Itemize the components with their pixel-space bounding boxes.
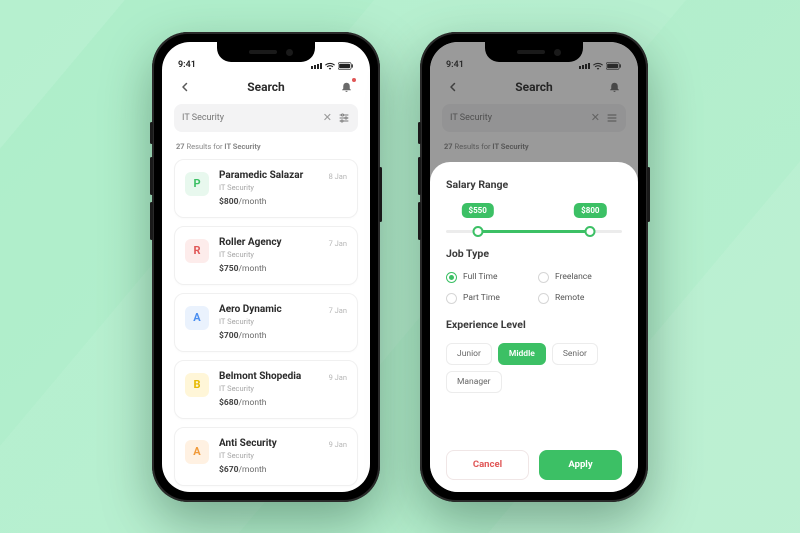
filter-icon[interactable] [338,112,350,124]
job-salary: $680/month [219,398,319,408]
app-header: Search [162,72,370,104]
job-date: 8 Jan [329,172,347,207]
job-category: IT Security [219,183,319,192]
company-avatar: P [185,172,209,196]
job-type-option[interactable]: Remote [538,293,622,304]
results-list: P Paramedic Salazar IT Security $800/month 8… [162,159,370,486]
job-category: IT Security [219,317,319,326]
back-icon[interactable] [176,78,194,96]
job-card[interactable]: A Anti Security IT Security $670/month 9 Jan [174,427,358,486]
device-filter: 9:41 Search ✕ 27 Results for IT [420,32,648,502]
search-bar: ✕ [174,104,358,132]
notifications-icon[interactable] [338,78,356,96]
job-date: 9 Jan [329,440,347,475]
company-avatar: B [185,373,209,397]
cancel-button[interactable]: Cancel [446,450,529,480]
job-salary: $670/month [219,465,319,475]
job-salary: $800/month [219,197,319,207]
salary-max-bubble: $800 [574,203,606,218]
experience-title: Experience Level [446,318,622,331]
status-time: 9:41 [178,60,196,70]
device-search: 9:41 Search ✕ 27 Result [152,32,380,502]
signal-icon [311,63,322,69]
results-summary: 27 Results for IT Security [162,142,370,159]
job-type-label: Freelance [555,272,592,282]
job-type-option[interactable]: Part Time [446,293,530,304]
experience-chip[interactable]: Junior [446,343,492,365]
job-date: 7 Jan [329,306,347,341]
job-category: IT Security [219,451,319,460]
radio-icon [538,293,549,304]
job-category: IT Security [219,384,319,393]
salary-max-knob[interactable] [585,226,596,237]
experience-chip[interactable]: Senior [552,343,598,365]
salary-range-title: Salary Range [446,178,622,191]
job-salary: $750/month [219,264,319,274]
salary-min-knob[interactable] [472,226,483,237]
job-title: Paramedic Salazar [219,170,319,181]
job-title: Aero Dynamic [219,304,319,315]
salary-min-bubble: $550 [461,203,493,218]
battery-icon [338,62,354,70]
wifi-icon [325,62,335,70]
experience-chip[interactable]: Manager [446,371,502,393]
company-avatar: A [185,440,209,464]
company-avatar: R [185,239,209,263]
job-card[interactable]: R Roller Agency IT Security $750/month 7 Jan [174,226,358,285]
job-salary: $700/month [219,331,319,341]
job-type-group: Full Time Freelance Part Time Remote [446,272,622,304]
job-title: Roller Agency [219,237,319,248]
job-category: IT Security [219,250,319,259]
job-title: Anti Security [219,438,319,449]
search-input[interactable] [182,113,317,123]
experience-chips: Junior Middle Senior Manager [446,343,622,393]
job-card[interactable]: B Belmont Shopedia IT Security $680/month 9 … [174,360,358,419]
job-date: 9 Jan [329,373,347,408]
job-type-label: Full Time [463,272,497,282]
job-title: Belmont Shopedia [219,371,319,382]
apply-button[interactable]: Apply [539,450,622,480]
company-avatar: A [185,306,209,330]
job-type-option[interactable]: Full Time [446,272,530,283]
job-date: 7 Jan [329,239,347,274]
radio-icon [538,272,549,283]
job-type-label: Part Time [463,293,500,303]
job-card[interactable]: A Aero Dynamic IT Security $700/month 7 Jan [174,293,358,352]
radio-icon [446,293,457,304]
job-card[interactable]: P Paramedic Salazar IT Security $800/month 8… [174,159,358,218]
clear-search-icon[interactable]: ✕ [323,111,332,124]
filter-sheet: Salary Range $550 $800 Job Type Full Tim… [430,162,638,492]
job-type-title: Job Type [446,247,622,260]
job-type-option[interactable]: Freelance [538,272,622,283]
experience-chip[interactable]: Middle [498,343,546,365]
radio-icon [446,272,457,283]
page-title: Search [247,80,285,94]
salary-range-slider[interactable]: $550 $800 [446,203,622,241]
job-type-label: Remote [555,293,584,303]
